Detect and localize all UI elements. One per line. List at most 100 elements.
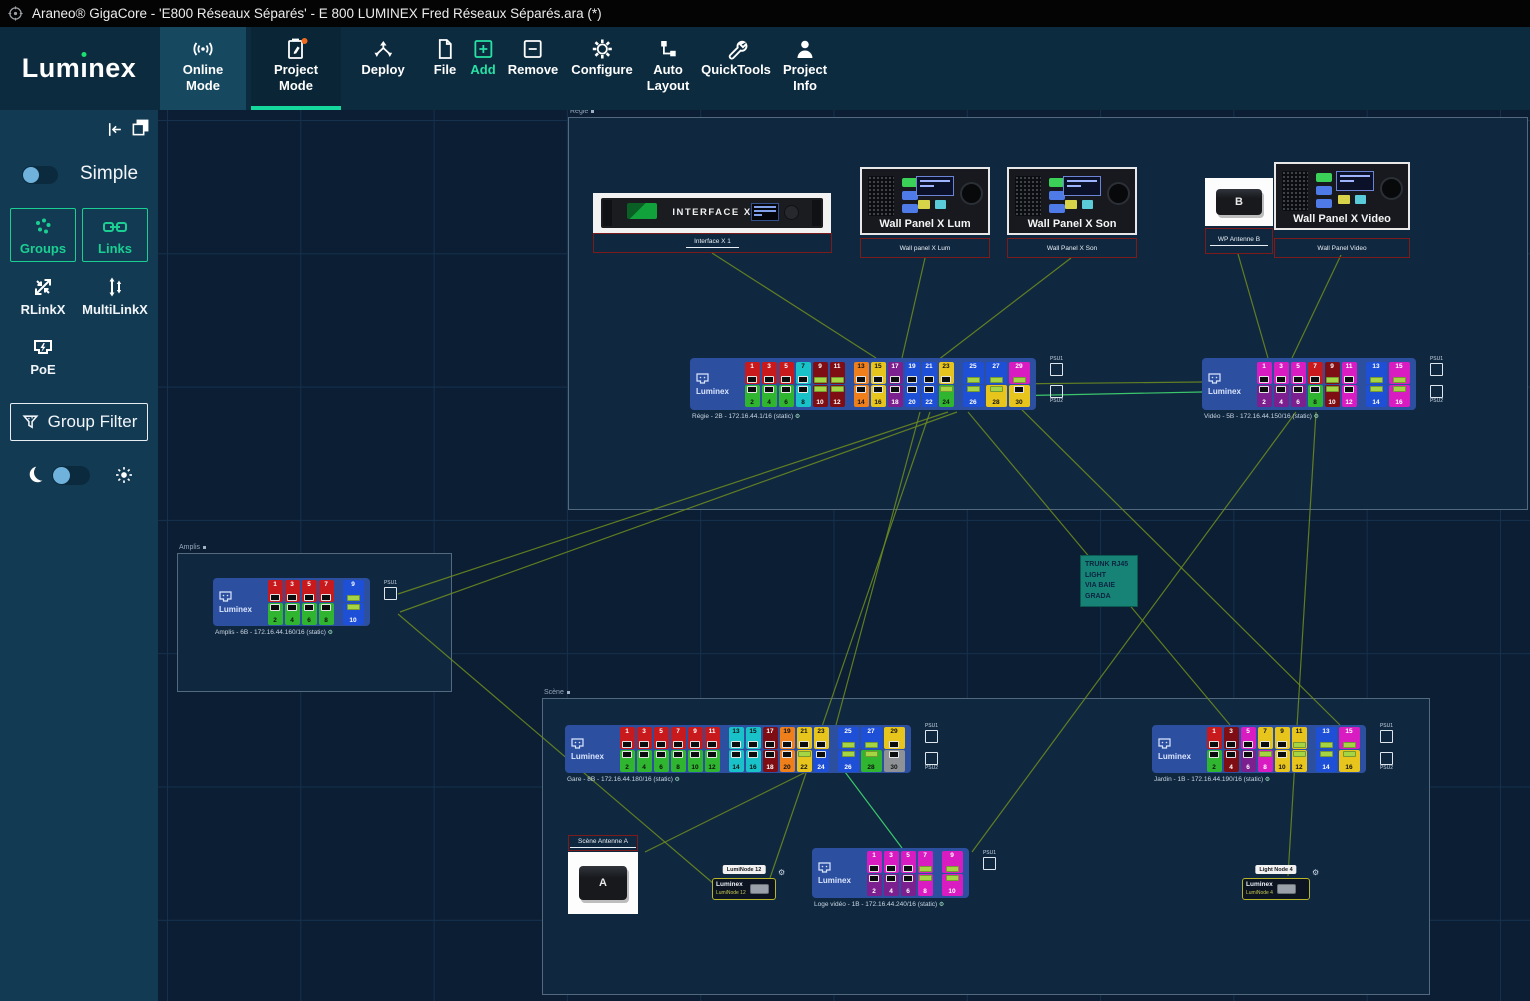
port-12[interactable]: 12 bbox=[830, 385, 845, 407]
port-15[interactable]: 15 bbox=[1339, 727, 1360, 749]
port-5[interactable]: 5 bbox=[654, 727, 669, 749]
port-25[interactable]: 25 bbox=[838, 727, 859, 749]
port-10[interactable]: 10 bbox=[343, 603, 364, 625]
toolbar-button-auto-layout[interactable]: AutoLayout bbox=[647, 27, 690, 110]
port-29[interactable]: 29 bbox=[1009, 362, 1030, 384]
port-21[interactable]: 21 bbox=[922, 362, 937, 384]
port-10[interactable]: 10 bbox=[688, 750, 703, 772]
port-8[interactable]: 8 bbox=[796, 385, 811, 407]
port-13[interactable]: 13 bbox=[729, 727, 744, 749]
port-20[interactable]: 20 bbox=[905, 385, 920, 407]
device-luminode[interactable]: Luminex LumiNode 12 bbox=[712, 878, 776, 900]
port-20[interactable]: 20 bbox=[780, 750, 795, 772]
port-3[interactable]: 3 bbox=[762, 362, 777, 384]
port-3[interactable]: 3 bbox=[285, 580, 300, 602]
toolbar-button-online-mode[interactable]: OnlineMode bbox=[160, 27, 246, 110]
port-8[interactable]: 8 bbox=[671, 750, 686, 772]
port-7[interactable]: 7 bbox=[1308, 362, 1323, 384]
windows-icon[interactable] bbox=[131, 118, 150, 137]
port-14[interactable]: 14 bbox=[1366, 385, 1387, 407]
port-3[interactable]: 3 bbox=[884, 851, 899, 873]
port-10[interactable]: 10 bbox=[1325, 385, 1340, 407]
port-2[interactable]: 2 bbox=[1257, 385, 1272, 407]
device-wall-panel[interactable]: Wall Panel X Son bbox=[1007, 167, 1137, 235]
device-wall-panel[interactable]: Wall Panel X Lum bbox=[860, 167, 990, 235]
port-4[interactable]: 4 bbox=[1224, 750, 1239, 772]
port-29[interactable]: 29 bbox=[884, 727, 905, 749]
topology-canvas[interactable]: RégieAmplisScèneLuminex12345678910111213… bbox=[158, 110, 1530, 1001]
port-6[interactable]: 6 bbox=[1241, 750, 1256, 772]
port-1[interactable]: 1 bbox=[867, 851, 882, 873]
port-12[interactable]: 12 bbox=[705, 750, 720, 772]
port-11[interactable]: 11 bbox=[1342, 362, 1357, 384]
port-8[interactable]: 8 bbox=[319, 603, 334, 625]
port-13[interactable]: 13 bbox=[1366, 362, 1387, 384]
port-14[interactable]: 14 bbox=[1316, 750, 1337, 772]
port-24[interactable]: 24 bbox=[939, 385, 954, 407]
port-28[interactable]: 28 bbox=[986, 385, 1007, 407]
port-5[interactable]: 5 bbox=[1291, 362, 1306, 384]
port-1[interactable]: 1 bbox=[268, 580, 283, 602]
port-2[interactable]: 2 bbox=[867, 874, 882, 896]
collapse-sidebar-icon[interactable] bbox=[105, 120, 124, 139]
port-8[interactable]: 8 bbox=[1258, 750, 1273, 772]
toolbar-button-project-mode[interactable]: ProjectMode bbox=[251, 27, 341, 110]
port-6[interactable]: 6 bbox=[1291, 385, 1306, 407]
port-5[interactable]: 5 bbox=[1241, 727, 1256, 749]
port-18[interactable]: 18 bbox=[888, 385, 903, 407]
toolbar-button-add[interactable]: Add bbox=[470, 27, 495, 110]
switch-regie[interactable]: Luminex123456789101112131415161718192021… bbox=[690, 358, 1036, 410]
port-16[interactable]: 16 bbox=[1389, 385, 1410, 407]
port-10[interactable]: 10 bbox=[813, 385, 828, 407]
toolbar-button-quicktools[interactable]: QuickTools bbox=[701, 27, 771, 110]
port-5[interactable]: 5 bbox=[901, 851, 916, 873]
port-22[interactable]: 22 bbox=[797, 750, 812, 772]
port-2[interactable]: 2 bbox=[620, 750, 635, 772]
port-19[interactable]: 19 bbox=[905, 362, 920, 384]
port-3[interactable]: 3 bbox=[1274, 362, 1289, 384]
port-6[interactable]: 6 bbox=[302, 603, 317, 625]
port-10[interactable]: 10 bbox=[1275, 750, 1290, 772]
device-antenna-b[interactable]: B bbox=[1205, 178, 1273, 226]
port-25[interactable]: 25 bbox=[963, 362, 984, 384]
device-luminode[interactable]: Luminex LumiNode 4 bbox=[1242, 878, 1310, 900]
port-8[interactable]: 8 bbox=[918, 874, 933, 896]
port-4[interactable]: 4 bbox=[884, 874, 899, 896]
port-6[interactable]: 6 bbox=[779, 385, 794, 407]
port-23[interactable]: 23 bbox=[939, 362, 954, 384]
sidebar-item-links[interactable]: Links bbox=[82, 208, 148, 262]
sidebar-item-groups[interactable]: Groups bbox=[10, 208, 76, 262]
port-7[interactable]: 7 bbox=[319, 580, 334, 602]
note-trunk-rj45[interactable]: TRUNK RJ45LIGHTVIA BAIEGRADA bbox=[1080, 555, 1138, 607]
port-4[interactable]: 4 bbox=[762, 385, 777, 407]
port-15[interactable]: 15 bbox=[746, 727, 761, 749]
device-wall-panel[interactable]: Wall Panel X Video bbox=[1274, 162, 1410, 230]
port-22[interactable]: 22 bbox=[922, 385, 937, 407]
port-9[interactable]: 9 bbox=[1275, 727, 1290, 749]
port-15[interactable]: 15 bbox=[1389, 362, 1410, 384]
port-11[interactable]: 11 bbox=[705, 727, 720, 749]
port-1[interactable]: 1 bbox=[620, 727, 635, 749]
port-15[interactable]: 15 bbox=[871, 362, 886, 384]
port-24[interactable]: 24 bbox=[814, 750, 829, 772]
port-7[interactable]: 7 bbox=[1258, 727, 1273, 749]
port-2[interactable]: 2 bbox=[745, 385, 760, 407]
port-7[interactable]: 7 bbox=[918, 851, 933, 873]
port-26[interactable]: 26 bbox=[838, 750, 859, 772]
port-2[interactable]: 2 bbox=[268, 603, 283, 625]
port-30[interactable]: 30 bbox=[884, 750, 905, 772]
port-16[interactable]: 16 bbox=[1339, 750, 1360, 772]
port-8[interactable]: 8 bbox=[1308, 385, 1323, 407]
port-4[interactable]: 4 bbox=[1274, 385, 1289, 407]
port-6[interactable]: 6 bbox=[901, 874, 916, 896]
sidebar-item-multilinkx[interactable]: MultiLinkX bbox=[70, 275, 160, 317]
port-26[interactable]: 26 bbox=[963, 385, 984, 407]
device-interface-x[interactable]: INTERFACE X bbox=[593, 193, 831, 233]
port-12[interactable]: 12 bbox=[1292, 750, 1307, 772]
port-14[interactable]: 14 bbox=[854, 385, 869, 407]
port-1[interactable]: 1 bbox=[1207, 727, 1222, 749]
port-4[interactable]: 4 bbox=[285, 603, 300, 625]
port-11[interactable]: 11 bbox=[830, 362, 845, 384]
port-9[interactable]: 9 bbox=[1325, 362, 1340, 384]
port-13[interactable]: 13 bbox=[1316, 727, 1337, 749]
